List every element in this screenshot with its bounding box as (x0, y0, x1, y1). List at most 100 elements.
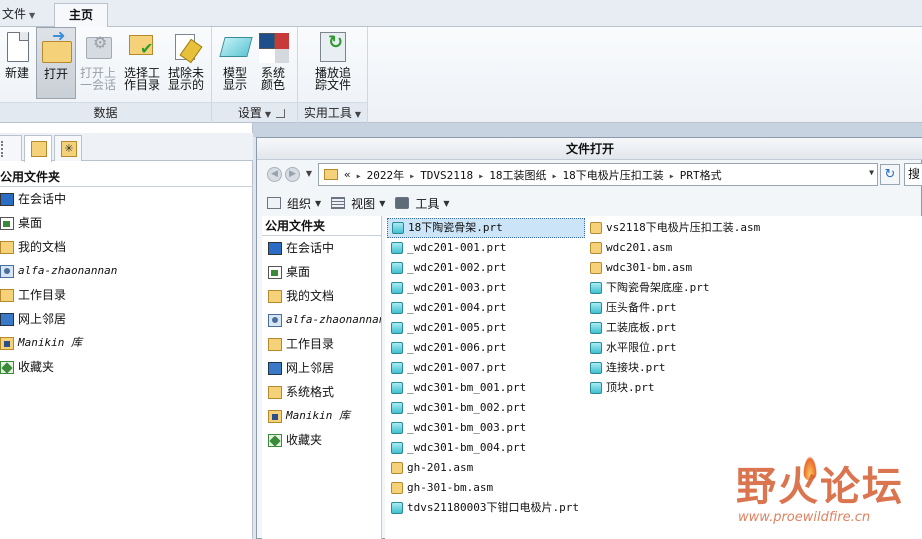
history-dropdown[interactable]: ▼ (304, 167, 314, 182)
folder-item[interactable]: 收藏夹 (268, 428, 381, 452)
folder-item[interactable]: 工作目录 (0, 283, 253, 307)
new-button[interactable]: 新建 (0, 27, 34, 99)
open-last-session-button[interactable]: 打开上 一会话 (78, 27, 118, 99)
folder-item[interactable]: 我的文档 (268, 284, 381, 308)
views-menu-button[interactable]: 视图 ▼ (331, 195, 385, 212)
address-bar[interactable]: « ▸ 2022年 ▸ TDVS2118 ▸ 18工装图纸 ▸ 18下电极片压扣工装 ▸ PRT格… (318, 163, 878, 186)
search-input[interactable]: 搜 (904, 163, 922, 186)
file-item[interactable]: 压头备件.prt (586, 298, 766, 318)
file-item[interactable]: wdc301-bm.asm (586, 258, 766, 278)
folder-item[interactable]: 在会话中 (268, 236, 381, 260)
dialog-section-title: 公用文件夹 (262, 216, 381, 236)
folder-item[interactable]: alfa-zhaonannan (0, 259, 253, 283)
folder-item-label: 在会话中 (286, 241, 335, 255)
file-item[interactable]: _wdc301-bm_002.prt (387, 398, 585, 418)
chevron-down-icon: ▼ (379, 198, 386, 208)
folder-item[interactable]: 系统格式 (268, 380, 381, 404)
folder-item[interactable]: Manikin 库 (0, 331, 253, 355)
chevron-down-icon[interactable]: ▼ (869, 168, 874, 177)
file-item[interactable]: _wdc201-006.prt (387, 338, 585, 358)
desktop-icon (0, 216, 14, 230)
tab-home[interactable]: 主页 (54, 3, 108, 28)
tab-file-label: 文件 (2, 7, 27, 21)
toolbar-label: 组织 (287, 196, 312, 211)
chevron-right-icon[interactable]: ▸ (669, 171, 675, 182)
tab-file[interactable]: 文件 ▼ (0, 2, 48, 26)
file-item[interactable]: 连接块.prt (586, 358, 766, 378)
model-display-button[interactable]: 模型 显示 (218, 27, 252, 99)
refresh-button[interactable]: ↻ (880, 164, 900, 185)
breadcrumb-prefix[interactable]: « (344, 168, 351, 181)
file-name: 连接块.prt (606, 361, 666, 374)
forward-button[interactable]: ▶ (285, 167, 300, 182)
folder-item[interactable]: 我的文档 (0, 235, 253, 259)
file-item[interactable]: _wdc201-005.prt (387, 318, 585, 338)
breadcrumb-item[interactable]: 2022年 (367, 169, 405, 182)
folder-item-label: 桌面 (286, 265, 311, 279)
chevron-down-icon: ▼ (264, 110, 272, 119)
tab-folder-browser[interactable] (24, 135, 52, 162)
ribbon-group-label-settings[interactable]: 设置 ▼ (212, 102, 297, 122)
erase-not-displayed-button[interactable]: 拭除未 显示的 (166, 27, 206, 99)
folder-item[interactable]: 在会话中 (0, 187, 253, 211)
file-item[interactable]: 下陶瓷骨架底座.prt (586, 278, 766, 298)
dialog-launcher-icon[interactable] (276, 109, 285, 118)
file-name: _wdc201-003.prt (407, 281, 507, 294)
system-colors-button[interactable]: 系统 颜色 (256, 27, 290, 99)
file-item[interactable]: 工装底板.prt (586, 318, 766, 338)
breadcrumb-item[interactable]: PRT格式 (680, 169, 722, 182)
assembly-file-icon (391, 482, 403, 494)
file-item[interactable]: 顶块.prt (586, 378, 766, 398)
file-item[interactable]: gh-301-bm.asm (387, 478, 585, 498)
folder-item[interactable]: 收藏夹 (0, 355, 253, 379)
chevron-right-icon[interactable]: ▸ (478, 171, 484, 182)
ribbon-group-label-data: 数据 (0, 102, 211, 122)
organize-menu-button[interactable]: 组织 ▼ (267, 195, 321, 212)
tab-model-tree[interactable] (0, 135, 22, 161)
file-item[interactable]: _wdc201-007.prt (387, 358, 585, 378)
ribbon-group-label-utilities[interactable]: 实用工具 ▼ (298, 102, 367, 122)
file-name: 18下陶瓷骨架.prt (408, 221, 503, 234)
folder-item[interactable]: 桌面 (268, 260, 381, 284)
favorites-icon (268, 433, 282, 447)
file-item[interactable]: vs2118下电极片压扣工装.asm (586, 218, 766, 238)
tools-menu-button[interactable]: 工具 ▼ (395, 195, 450, 212)
file-item[interactable]: wdc201.asm (586, 238, 766, 258)
refresh-icon: ↻ (884, 167, 896, 182)
open-button[interactable]: 打开 (36, 27, 76, 99)
file-item[interactable]: tdvs21180003下钳口电极片.prt (387, 498, 585, 518)
folder-item[interactable]: 工作目录 (268, 332, 381, 356)
part-file-icon (590, 382, 602, 394)
play-trail-file-button[interactable]: 播放追 踪文件 (308, 27, 358, 99)
breadcrumb-item[interactable]: 18工装图纸 (489, 169, 546, 182)
chevron-right-icon[interactable]: ▸ (551, 171, 557, 182)
tab-favorites[interactable]: ✳ (54, 135, 82, 161)
file-item[interactable]: _wdc201-002.prt (387, 258, 585, 278)
erase-not-displayed-label: 拭除未 显示的 (167, 66, 204, 92)
file-item[interactable]: _wdc201-003.prt (387, 278, 585, 298)
file-item[interactable]: _wdc201-001.prt (387, 238, 585, 258)
folder-item[interactable]: 网上邻居 (268, 356, 381, 380)
system-formats-icon (268, 385, 282, 399)
part-file-icon (391, 402, 403, 414)
file-item[interactable]: 18下陶瓷骨架.prt (387, 218, 585, 238)
select-working-directory-button[interactable]: 选择工 作目录 (122, 27, 162, 99)
folder-item[interactable]: 网上邻居 (0, 307, 253, 331)
breadcrumb-item[interactable]: TDVS2118 (420, 169, 473, 182)
chevron-right-icon[interactable]: ▸ (409, 171, 415, 182)
file-item[interactable]: _wdc301-bm_001.prt (387, 378, 585, 398)
folder-item[interactable]: 桌面 (0, 211, 253, 235)
chevron-right-icon[interactable]: ▸ (356, 171, 362, 182)
model-display-label: 模型 显示 (222, 66, 247, 92)
part-file-icon (391, 282, 403, 294)
back-button[interactable]: ◀ (267, 167, 282, 182)
file-item[interactable]: gh-201.asm (387, 458, 585, 478)
tools-icon (395, 197, 410, 209)
folder-item[interactable]: alfa-zhaonannan (268, 308, 381, 332)
file-item[interactable]: 水平限位.prt (586, 338, 766, 358)
file-item[interactable]: _wdc301-bm_004.prt (387, 438, 585, 458)
file-item[interactable]: _wdc301-bm_003.prt (387, 418, 585, 438)
file-item[interactable]: _wdc201-004.prt (387, 298, 585, 318)
breadcrumb-item[interactable]: 18下电极片压扣工装 (562, 169, 663, 182)
folder-item[interactable]: Manikin 库 (268, 404, 381, 428)
